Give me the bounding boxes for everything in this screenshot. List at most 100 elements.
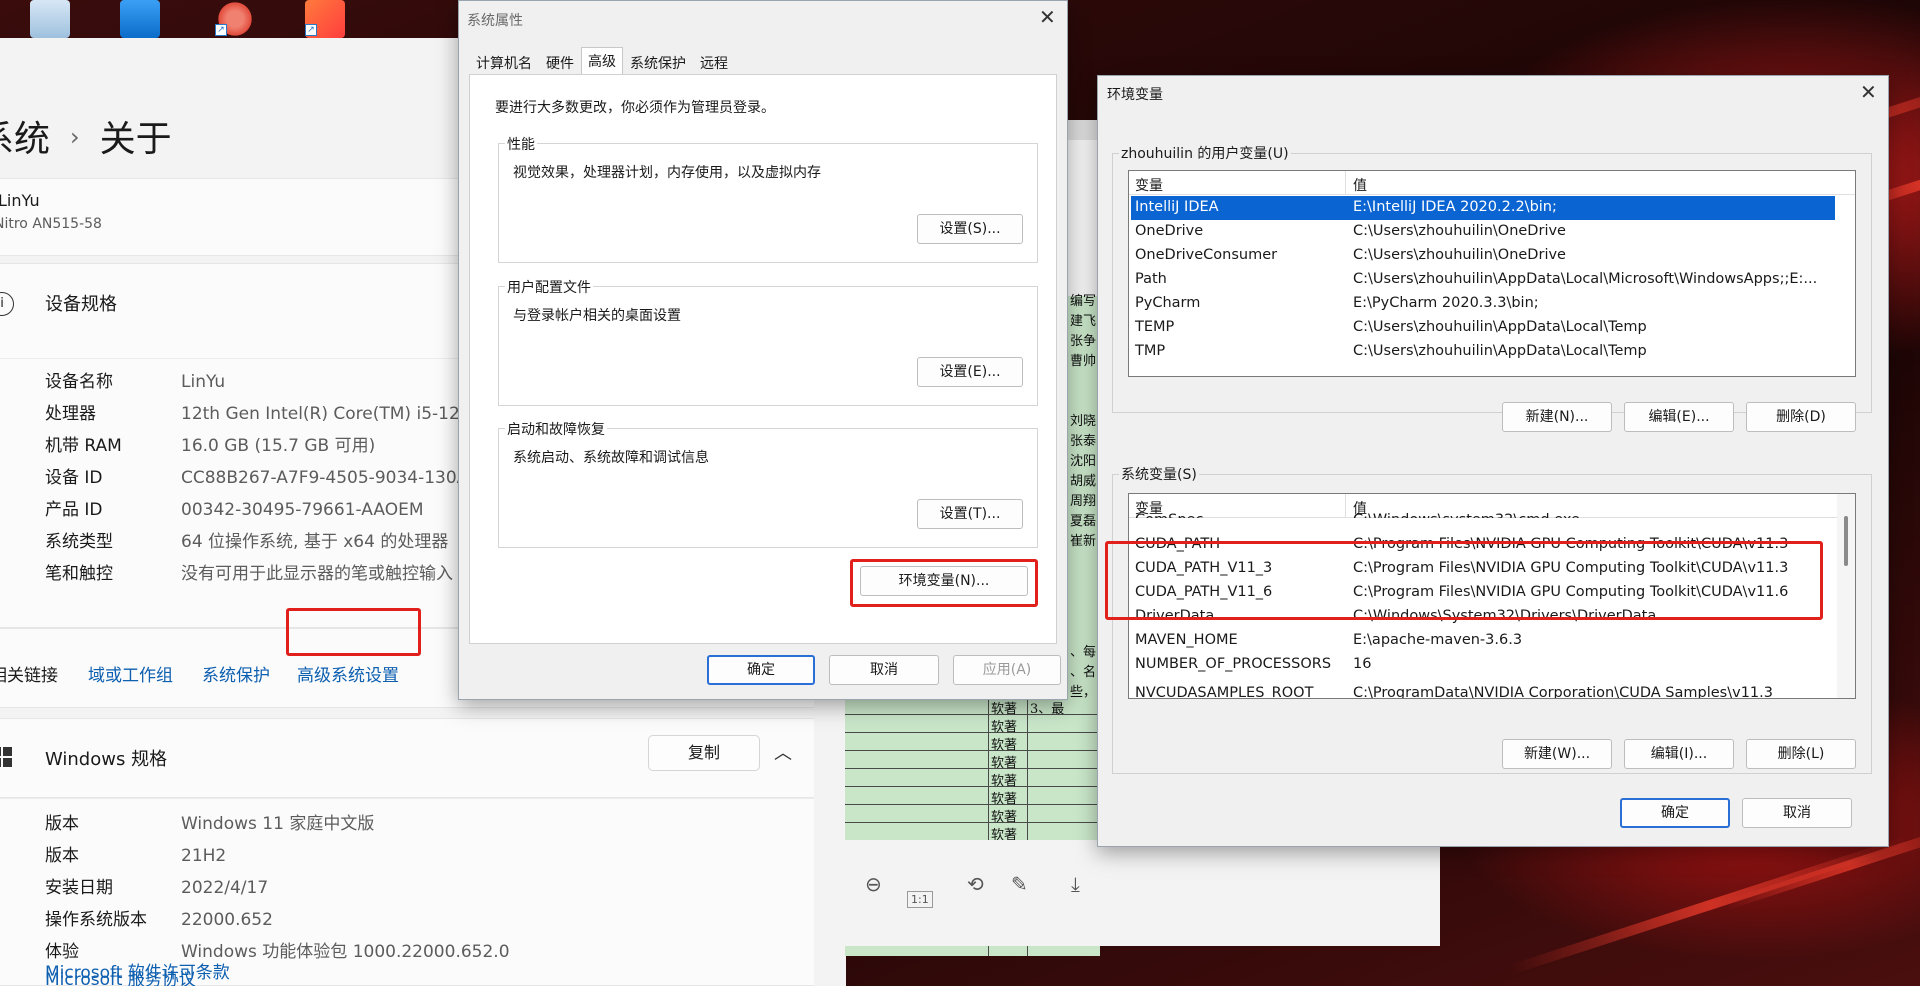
system-edit-button[interactable]: 编辑(I)...	[1624, 739, 1734, 769]
column-header-variable[interactable]: 变量	[1135, 175, 1163, 195]
performance-settings-button[interactable]: 设置(S)...	[917, 214, 1023, 244]
variable-value: C:\Users\zhouhuilin\AppData\Local\Temp	[1353, 319, 1647, 335]
spec-row: 设备名称 LinYu	[45, 367, 225, 392]
user-variables-label: zhouhuilin 的用户变量(U)	[1119, 143, 1291, 163]
spec-key: 设备名称	[45, 372, 113, 392]
winspec-row: 版本 Windows 11 家庭中文版	[45, 809, 374, 834]
app-shortcut-icon[interactable]: ↗	[215, 0, 255, 38]
download-icon[interactable]: ⤓	[1071, 872, 1080, 896]
sheet-cell: 软著	[991, 792, 1018, 807]
computer-icon[interactable]	[120, 0, 160, 38]
advanced-system-settings-link[interactable]: 高级系统设置	[297, 661, 399, 686]
startup-recovery-group: 启动和故障恢复 系统启动、系统故障和调试信息 设置(T)...	[498, 419, 1038, 548]
spec-value: Windows 功能体验包 1000.22000.652.0	[181, 942, 510, 962]
variable-value: C:\Users\zhouhuilin\OneDrive	[1353, 247, 1566, 263]
scrollbar[interactable]	[1837, 494, 1855, 698]
system-variables-label: 系统变量(S)	[1119, 464, 1199, 484]
spec-key: 系统类型	[45, 532, 113, 552]
ok-button[interactable]: 确定	[1620, 798, 1730, 828]
user-edit-button[interactable]: 编辑(E)...	[1624, 402, 1734, 432]
recycle-bin-icon[interactable]	[30, 0, 70, 38]
table-row[interactable]: NVCUDASAMPLES_ROOT C:\ProgramData\NVIDIA …	[1131, 682, 1835, 699]
cancel-button[interactable]: 取消	[829, 655, 939, 685]
spec-value: 12th Gen Intel(R) Core(TM) i5-12500H	[181, 404, 506, 424]
ms-license-terms-link[interactable]: Microsoft 软件许可条款	[45, 958, 230, 983]
windows-spec-header[interactable]: Windows 规格 复制 ︿	[0, 718, 814, 798]
windows-logo-icon	[0, 747, 12, 767]
variable-value: C:\Users\zhouhuilin\AppData\Local\Micros…	[1353, 271, 1818, 287]
app-shortcut-icon-2[interactable]: ↗	[305, 0, 345, 38]
user-profile-description: 与登录帐户相关的桌面设置	[513, 308, 681, 324]
variable-value: E:\apache-maven-3.6.3	[1353, 632, 1523, 648]
spec-row: 笔和触控 没有可用于此显示器的笔或触控输入	[45, 559, 453, 584]
zoom-out-icon[interactable]: ⊖	[865, 872, 882, 896]
spec-value: 21H2	[181, 846, 227, 866]
sheet-cell: 周翔	[1070, 494, 1097, 509]
shortcut-arrow-icon: ↗	[305, 24, 317, 36]
column-header-value[interactable]: 值	[1353, 175, 1367, 195]
rotate-icon[interactable]: ⟲	[967, 872, 984, 896]
scrollbar-thumb[interactable]	[1844, 516, 1848, 566]
table-row[interactable]: Path C:\Users\zhouhuilin\AppData\Local\Mi…	[1131, 268, 1835, 292]
close-icon[interactable]: ✕	[1039, 5, 1056, 29]
apply-button[interactable]: 应用(A)	[953, 655, 1061, 685]
system-new-button[interactable]: 新建(W)...	[1502, 739, 1612, 769]
user-variables-section: zhouhuilin 的用户变量(U) 变量 值 IntelliJ IDEA E:…	[1112, 143, 1872, 432]
device-model: Nitro AN515-58	[0, 216, 102, 232]
table-row[interactable]: PyCharm E:\PyCharm 2020.3.3\bin;	[1131, 292, 1835, 316]
tab-system-protection[interactable]: 系统保护	[623, 49, 693, 77]
startup-recovery-settings-button[interactable]: 设置(T)...	[917, 499, 1023, 529]
variable-name: TEMP	[1135, 319, 1175, 335]
dialog-title: 环境变量	[1107, 87, 1163, 103]
user-variables-table[interactable]: 变量 值 IntelliJ IDEA E:\IntelliJ IDEA 2020.…	[1128, 170, 1856, 377]
user-delete-button[interactable]: 删除(D)	[1746, 402, 1856, 432]
chevron-up-icon[interactable]: ︿	[774, 739, 792, 765]
user-profile-settings-button[interactable]: 设置(E)...	[917, 357, 1023, 387]
related-links-label: 相关链接	[0, 666, 58, 686]
copy-button[interactable]: 复制	[648, 735, 760, 771]
shortcut-arrow-icon: ↗	[215, 24, 227, 36]
domain-workgroup-link[interactable]: 域或工作组	[88, 661, 173, 686]
sheet-cell: 些，	[1070, 685, 1097, 700]
tab-bar: 计算机名 硬件 高级 系统保护 远程	[469, 47, 735, 77]
spec-value: 2022/4/17	[181, 878, 269, 898]
system-delete-button[interactable]: 删除(L)	[1746, 739, 1856, 769]
table-row[interactable]: TEMP C:\Users\zhouhuilin\AppData\Local\Te…	[1131, 316, 1835, 340]
tab-hardware[interactable]: 硬件	[539, 49, 581, 77]
table-row[interactable]: OneDriveConsumer C:\Users\zhouhuilin\OneD…	[1131, 244, 1835, 268]
ok-button[interactable]: 确定	[707, 655, 815, 685]
spec-key: 产品 ID	[45, 500, 103, 520]
variable-value: C:\ProgramData\NVIDIA Corporation\CUDA S…	[1353, 685, 1773, 699]
sheet-cell: 张泰	[1070, 434, 1097, 449]
breadcrumb: 系统 › 关于	[0, 110, 172, 162]
tab-advanced[interactable]: 高级	[581, 47, 623, 77]
cancel-button[interactable]: 取消	[1742, 798, 1852, 828]
spec-value: CC88B267-A7F9-4505-9034-130A69	[181, 468, 490, 488]
spec-key: 版本	[45, 814, 79, 834]
viewer-toolbar-area	[845, 840, 1440, 946]
highlight-box	[850, 559, 1038, 607]
variable-value: 16	[1353, 656, 1372, 672]
dialog-title: 系统属性	[467, 13, 523, 29]
device-spec-title: 设备规格	[45, 294, 117, 315]
breadcrumb-parent[interactable]: 系统	[0, 119, 50, 160]
spec-value: LinYu	[181, 372, 226, 392]
edit-icon[interactable]: ✎	[1011, 872, 1028, 896]
spec-key: 操作系统版本	[45, 910, 147, 930]
winspec-row: 操作系统版本 22000.652	[45, 905, 273, 930]
close-icon[interactable]: ✕	[1860, 80, 1877, 104]
tab-remote[interactable]: 远程	[693, 49, 735, 77]
tab-computer-name[interactable]: 计算机名	[469, 49, 539, 77]
system-variables-section: 系统变量(S) 变量 值 ComSpecC:\Windows\system32\…	[1112, 464, 1872, 774]
table-row[interactable]: NUMBER_OF_PROCESSORS 16	[1131, 653, 1835, 677]
spec-key: 设备 ID	[45, 468, 103, 488]
table-row[interactable]: TMP C:\Users\zhouhuilin\AppData\Local\Tem…	[1131, 340, 1835, 364]
table-row[interactable]: IntelliJ IDEA E:\IntelliJ IDEA 2020.2.2\b…	[1131, 196, 1835, 220]
actual-size-icon[interactable]: 1:1	[907, 891, 933, 908]
user-new-button[interactable]: 新建(N)...	[1502, 402, 1612, 432]
table-row[interactable]: OneDrive C:\Users\zhouhuilin\OneDrive	[1131, 220, 1835, 244]
sheet-cell: 建飞	[1070, 314, 1097, 329]
sheet-cell: 软著	[991, 774, 1018, 789]
table-row[interactable]: MAVEN_HOME E:\apache-maven-3.6.3	[1131, 629, 1835, 653]
system-protection-link[interactable]: 系统保护	[202, 661, 270, 686]
